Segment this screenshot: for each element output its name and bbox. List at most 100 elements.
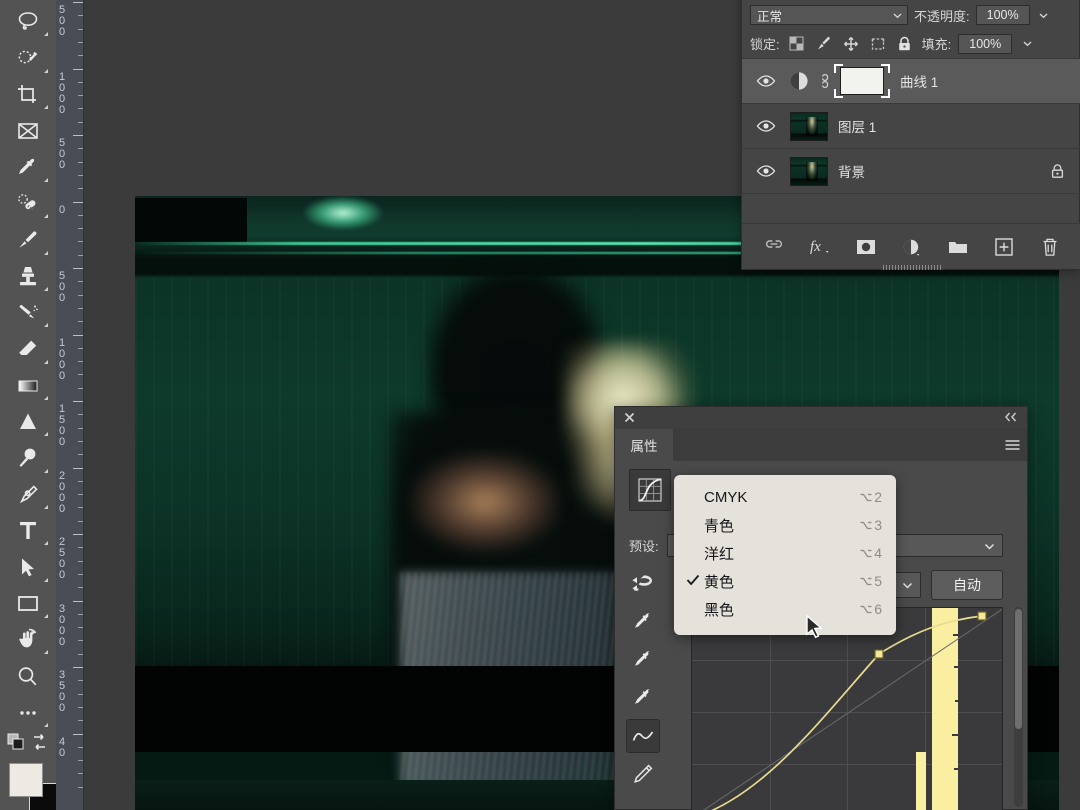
menu-item-black[interactable]: 黑色 6 <box>674 595 896 623</box>
history-brush-tool[interactable] <box>5 295 51 331</box>
opacity-input[interactable]: 100% <box>975 5 1030 25</box>
layer-visibility-icon[interactable] <box>746 164 786 178</box>
lock-row: 锁定: 填充: 100% <box>742 29 1080 59</box>
type-tool[interactable] <box>5 513 51 549</box>
fill-input[interactable]: 100% <box>958 33 1013 54</box>
menu-item-cyan[interactable]: 青色 3 <box>674 511 896 539</box>
ruler-tick-minor <box>78 440 83 442</box>
menu-item-yellow[interactable]: 黄色 5 <box>674 567 896 595</box>
new-group-icon[interactable] <box>946 235 970 259</box>
ruler-tick-minor <box>78 374 83 376</box>
add-layer-mask-icon[interactable] <box>854 235 878 259</box>
lock-all-icon[interactable] <box>895 34 915 54</box>
ruler-tick-major <box>73 68 83 70</box>
ruler-tick-minor <box>78 55 83 57</box>
brush-tool[interactable] <box>5 222 51 258</box>
lock-transparent-pixels-icon[interactable] <box>787 34 807 54</box>
auto-button[interactable]: 自动 <box>931 570 1003 600</box>
lock-artboard-nesting-icon[interactable] <box>868 34 888 54</box>
layer-thumbnail[interactable] <box>790 156 828 186</box>
black-point-eyedropper-icon[interactable] <box>626 605 660 639</box>
properties-scrollbar[interactable] <box>1014 607 1023 807</box>
eraser-tool[interactable] <box>5 331 51 367</box>
layer-visibility-icon[interactable] <box>746 74 786 88</box>
ruler-label: 500 <box>59 137 66 171</box>
ruler-tick-minor <box>78 188 83 190</box>
lasso-tool[interactable] <box>5 4 51 40</box>
layer-style-fx-icon[interactable]: fx <box>808 235 832 259</box>
ruler-tick-major <box>73 733 83 735</box>
more-tools[interactable] <box>5 695 51 731</box>
ruler-tick-minor <box>78 613 83 615</box>
curves-adjustment-thumbnail[interactable] <box>786 70 812 92</box>
link-layers-icon[interactable] <box>762 235 786 259</box>
ruler-tick-minor <box>78 454 83 456</box>
new-adjustment-layer-icon[interactable] <box>900 235 924 259</box>
dodge-tool[interactable] <box>5 440 51 476</box>
on-image-adjustment-icon[interactable] <box>626 567 660 601</box>
ruler-tick-major <box>73 268 83 269</box>
pencil-tool-icon[interactable] <box>626 757 660 791</box>
curve-point-tool-icon[interactable] <box>626 719 660 753</box>
menu-item-magenta[interactable]: 洋红 4 <box>674 539 896 567</box>
ruler-tick-minor <box>78 480 83 482</box>
ruler-tick-minor <box>78 174 83 176</box>
ruler-label: 0 <box>59 203 66 216</box>
default-colors-icon[interactable] <box>7 733 25 756</box>
ruler-tick-minor <box>78 307 83 309</box>
eyedropper-tool[interactable] <box>5 149 51 185</box>
layer-row-layer1[interactable]: 图层 1 <box>742 104 1080 149</box>
quick-selection-tool[interactable] <box>5 40 51 76</box>
lock-position-icon[interactable] <box>841 34 861 54</box>
gray-point-eyedropper-icon[interactable] <box>626 643 660 677</box>
menu-check-icon <box>686 574 704 589</box>
layer-row-curves[interactable]: 曲线 1 <box>742 59 1080 104</box>
frame-tool[interactable] <box>5 113 51 149</box>
foreground-color-swatch[interactable] <box>9 762 43 797</box>
scrollbar-thumb[interactable] <box>1015 609 1022 729</box>
ruler-tick-minor <box>78 706 83 708</box>
vertical-ruler[interactable]: 500 1000 500 0 500 1000 1500 2000 2500 3000 3500 40 <box>56 0 84 810</box>
hand-tool[interactable] <box>5 622 51 658</box>
layer-thumbnail[interactable] <box>790 111 828 141</box>
new-layer-icon[interactable] <box>992 235 1016 259</box>
panel-menu-icon[interactable] <box>997 429 1027 461</box>
ruler-tick-minor <box>78 773 83 775</box>
clone-stamp-tool[interactable] <box>5 259 51 295</box>
swap-colors-icon[interactable] <box>31 733 49 756</box>
healing-brush-tool[interactable] <box>5 186 51 222</box>
menu-item-label: CMYK <box>704 488 748 506</box>
close-icon[interactable] <box>623 411 636 426</box>
panel-resize-grip[interactable] <box>882 265 941 270</box>
layer-row-background[interactable]: 背景 <box>742 149 1080 194</box>
rectangle-tool[interactable] <box>5 586 51 622</box>
menu-item-cmyk[interactable]: CMYK 2 <box>674 483 896 511</box>
white-point-eyedropper-icon[interactable] <box>626 681 660 715</box>
blend-mode-select[interactable]: 正常 <box>750 5 908 25</box>
blur-tool[interactable] <box>5 404 51 440</box>
ruler-tick-minor <box>78 693 83 695</box>
ruler-tick-minor <box>78 108 83 110</box>
gradient-tool[interactable] <box>5 368 51 404</box>
ruler-tick-major <box>73 667 83 668</box>
tab-properties[interactable]: 属性 <box>615 429 673 461</box>
layer-mask-link-icon[interactable] <box>812 71 832 91</box>
delete-layer-icon[interactable] <box>1038 235 1062 259</box>
menu-item-label: 黄色 <box>704 573 735 591</box>
opacity-chevron-down-icon[interactable] <box>1036 5 1052 25</box>
ruler-tick-minor <box>78 786 83 788</box>
layer-visibility-icon[interactable] <box>746 119 786 133</box>
fill-chevron-down-icon[interactable] <box>1019 34 1035 54</box>
properties-titlebar[interactable] <box>615 407 1027 429</box>
zoom-tool[interactable] <box>5 658 51 694</box>
ruler-tick-minor <box>78 680 83 682</box>
curves-graph[interactable] <box>691 607 1003 810</box>
lock-image-pixels-icon[interactable] <box>814 34 834 54</box>
pen-tool[interactable] <box>5 477 51 513</box>
ruler-label: 3000 <box>59 602 66 648</box>
layer-mask-thumbnail[interactable] <box>834 64 890 98</box>
path-selection-tool[interactable] <box>5 549 51 585</box>
crop-tool[interactable] <box>5 77 51 113</box>
ruler-tick-major <box>73 334 83 336</box>
collapse-panel-icon[interactable] <box>1003 411 1019 426</box>
